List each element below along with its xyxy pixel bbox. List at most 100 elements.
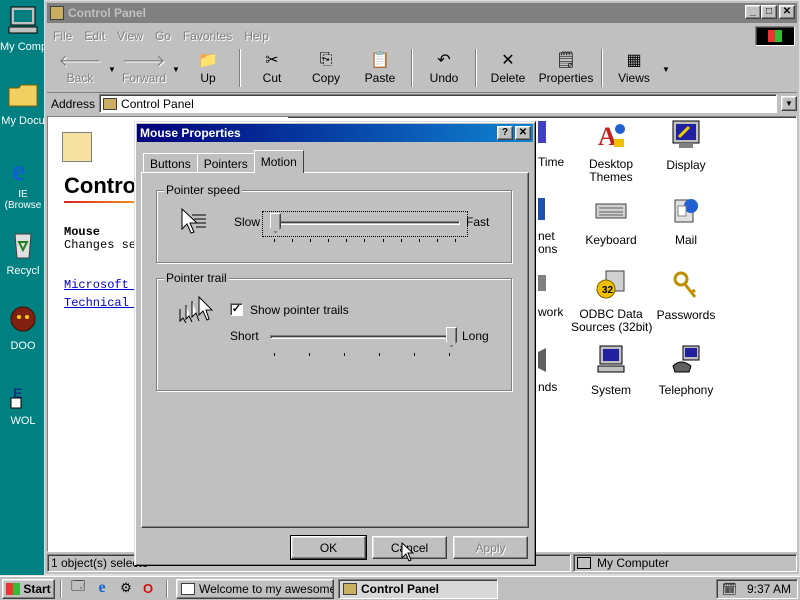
address-field[interactable]: Control Panel <box>99 94 777 113</box>
control-panel-icon <box>50 6 64 20</box>
cut-button[interactable]: ✂ Cut <box>245 49 299 89</box>
pointer-trail-icon <box>179 295 214 324</box>
cp-icon-keyboard[interactable]: Keyboard <box>571 194 651 247</box>
views-dropdown-icon[interactable]: ▼ <box>661 49 671 74</box>
menu-help[interactable]: Help <box>238 29 275 43</box>
back-button[interactable]: 🡐 Back <box>53 49 107 89</box>
selected-item-description: Changes set <box>64 238 144 252</box>
system-tray: 🗓 9:37 AM <box>716 579 798 599</box>
cp-icon-label: ODBC Data Sources (32bit) <box>571 307 653 334</box>
motion-tab-panel: Pointer speed Slow Fast Pointer trail ✓ <box>141 172 529 528</box>
maximize-button[interactable]: □ <box>761 5 777 19</box>
task-label: Control Panel <box>361 582 440 596</box>
menu-favorites[interactable]: Favorites <box>177 29 238 43</box>
taskbar-separator <box>166 580 168 598</box>
tab-motion[interactable]: Motion <box>253 150 304 173</box>
show-pointer-trails-checkbox[interactable]: ✓ <box>230 303 243 316</box>
taskbar-task-control-panel[interactable]: Control Panel <box>338 579 498 599</box>
desktop-icon-recycle-bin[interactable]: Recycl <box>0 228 46 277</box>
cp-icon-mail[interactable]: Mail <box>646 194 726 247</box>
ok-button[interactable]: OK <box>290 535 367 560</box>
forward-button[interactable]: 🡒 Forward <box>117 49 171 89</box>
cp-icon-passwords[interactable]: Passwords <box>646 269 726 322</box>
delete-button[interactable]: ✕ Delete <box>481 49 535 89</box>
cp-icon-odbc[interactable]: 32 ODBC Data Sources (32bit) <box>571 269 653 334</box>
desktop-icon-ie[interactable]: e IE (Browse <box>0 152 46 211</box>
close-button[interactable]: ✕ <box>779 5 795 19</box>
display-icon <box>672 120 700 148</box>
cp-icon-telephony[interactable]: Telephony <box>646 344 726 397</box>
pointer-trail-label: Pointer trail <box>164 271 229 285</box>
status-zone: My Computer <box>573 554 797 572</box>
cp-icon-label: Passwords <box>656 308 716 322</box>
quicklaunch-ie-icon[interactable]: e <box>94 579 110 596</box>
up-button[interactable]: 📁 Up <box>181 49 235 89</box>
address-dropdown-button[interactable]: ▼ <box>781 96 797 111</box>
svg-text:e: e <box>12 154 25 184</box>
toolbar-separator <box>475 49 477 87</box>
desktop-icon-doom[interactable]: DOO <box>0 303 46 352</box>
address-bar: Address Control Panel ▼ <box>47 92 797 114</box>
internet-explorer-icon: e <box>12 154 25 187</box>
views-button[interactable]: ▦ Views <box>607 49 661 89</box>
sounds-icon <box>538 344 548 376</box>
start-label: Start <box>23 582 51 596</box>
back-arrow-icon: 🡐 <box>58 52 102 70</box>
forward-dropdown-icon[interactable]: ▼ <box>171 49 181 74</box>
dialog-close-button[interactable]: ✕ <box>515 126 531 140</box>
quicklaunch-opera-icon[interactable]: O <box>140 580 156 596</box>
forward-label: Forward <box>121 71 166 85</box>
cp-icon-label: Time <box>538 155 565 169</box>
properties-button[interactable]: 🗒 Properties <box>535 49 597 89</box>
status-zone-label: My Computer <box>597 556 670 570</box>
desktop-icon-label: WOL <box>0 415 46 427</box>
menu-view[interactable]: View <box>111 29 149 43</box>
desktop-icon-label: IE (Browse <box>0 189 46 211</box>
windows-flag-icon <box>768 30 782 42</box>
short-label: Short <box>230 329 259 343</box>
paste-button[interactable]: 📋 Paste <box>353 49 407 89</box>
paste-label: Paste <box>364 71 396 85</box>
cp-icon-display[interactable]: Display <box>646 119 726 172</box>
task-label: Welcome to my awesome ... <box>199 582 334 596</box>
cp-icon-desktop-themes[interactable]: A Desktop Themes <box>571 119 651 184</box>
tab-buttons[interactable]: Buttons <box>143 153 198 173</box>
tab-pointers[interactable]: Pointers <box>196 153 255 173</box>
desktop-icon-label: DOO <box>0 340 46 352</box>
pointer-trail-group: Pointer trail ✓ Show pointer trails Shor… <box>156 271 512 391</box>
copy-button[interactable]: ⎘ Copy <box>299 49 353 89</box>
dialog-titlebar[interactable]: Mouse Properties ? ✕ <box>137 124 533 142</box>
selected-item-name: Mouse <box>64 225 101 239</box>
my-computer-icon <box>8 6 38 34</box>
minimize-button[interactable]: _ <box>745 5 761 19</box>
clock[interactable]: 9:37 AM <box>747 582 791 596</box>
control-panel-icon <box>343 583 357 595</box>
cp-icon-label: Telephony <box>658 383 714 397</box>
desktop-icon-my-computer[interactable]: My Comp <box>0 4 46 53</box>
start-button[interactable]: Start <box>2 579 55 599</box>
apply-button[interactable]: Apply <box>453 536 528 559</box>
undo-button[interactable]: ↶ Undo <box>417 49 471 89</box>
desktop-icon-wol[interactable]: E WOL <box>0 378 46 427</box>
quicklaunch-channels-icon[interactable]: ⚙ <box>118 580 134 596</box>
folder-up-icon: 📁 <box>198 52 218 69</box>
menu-edit[interactable]: Edit <box>78 29 111 43</box>
menu-file[interactable]: File <box>47 29 78 43</box>
pointer-speed-group: Pointer speed Slow Fast <box>156 183 512 263</box>
menu-go[interactable]: Go <box>149 29 177 43</box>
mail-icon <box>674 199 698 223</box>
tray-scheduler-icon[interactable]: 🗓 <box>722 582 737 596</box>
pointer-trail-track <box>270 335 454 339</box>
desktop-icon-my-documents[interactable]: My Docu <box>0 78 46 127</box>
show-pointer-trails-label[interactable]: Show pointer trails <box>250 303 349 317</box>
help-button[interactable]: ? <box>497 126 513 140</box>
back-label: Back <box>66 71 94 85</box>
cp-icon-system[interactable]: System <box>571 344 651 397</box>
quicklaunch-desktop-icon[interactable]: 🗔 <box>70 578 86 596</box>
taskbar-task-welcome[interactable]: Welcome to my awesome ... <box>176 579 334 599</box>
views-label: Views <box>618 71 650 85</box>
window-titlebar[interactable]: Control Panel _ □ ✕ <box>47 3 797 23</box>
telephony-icon <box>672 345 700 373</box>
pane-title: Contro <box>64 173 137 198</box>
back-dropdown-icon[interactable]: ▼ <box>107 49 117 74</box>
